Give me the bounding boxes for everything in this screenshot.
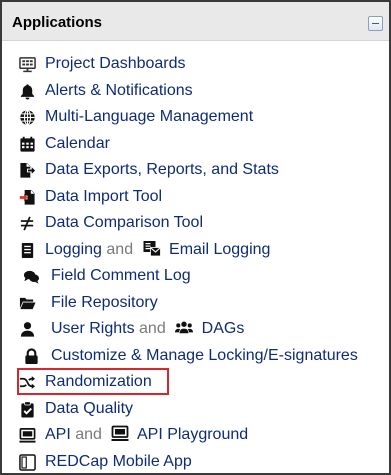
applications-panel: Applications Project Dashboards Alerts &… <box>0 0 391 475</box>
menu-item-logging[interactable]: Logging and Email Logging <box>2 237 389 264</box>
dags-link[interactable]: DAGs <box>202 320 245 337</box>
menu-item-label: Customize & Manage Locking/E-signatures <box>51 346 358 364</box>
minus-box-icon[interactable] <box>368 16 383 31</box>
menu-item-label: Randomization <box>45 373 152 390</box>
menu-item-calendar[interactable]: Calendar <box>2 131 389 158</box>
comments-icon <box>23 268 40 285</box>
menu-item-label: Multi-Language Management <box>45 108 254 125</box>
menu-item-project-dashboards[interactable]: Project Dashboards <box>2 51 389 78</box>
logging-icon <box>19 242 36 259</box>
clipboard-check-icon <box>19 400 36 418</box>
random-icon <box>19 374 36 391</box>
menu-item-label: Alerts & Notifications <box>45 81 193 99</box>
menu-item-redcap-mobile-app[interactable]: REDCap Mobile App <box>2 449 389 475</box>
menu-item-locking-esignatures[interactable]: Customize & Manage Locking/E-signatures <box>2 343 389 370</box>
api-icon <box>19 427 36 444</box>
applications-list: Project Dashboards Alerts & Notification… <box>2 51 389 475</box>
menu-item-file-repository[interactable]: File Repository <box>2 290 389 317</box>
menu-item-label: File Repository <box>51 293 158 311</box>
api-link[interactable]: API <box>45 426 71 443</box>
menu-item-label: Field Comment Log <box>51 267 191 284</box>
menu-item-label: Data Exports, Reports, and Stats <box>45 161 279 178</box>
menu-item-multi-language-management[interactable]: Multi-Language Management <box>2 104 389 131</box>
globe-icon <box>19 109 36 126</box>
menu-item-alerts-notifications[interactable]: Alerts & Notifications <box>2 78 389 105</box>
menu-item-api[interactable]: API and API Playground <box>2 422 389 449</box>
lock-icon <box>23 347 40 365</box>
menu-item-field-comment-log[interactable]: Field Comment Log <box>2 263 389 290</box>
menu-item-user-rights[interactable]: User Rights and DAGs <box>2 316 389 343</box>
menu-item-label: Calendar <box>45 134 110 152</box>
api-playground-icon <box>111 425 129 442</box>
email-logging-icon <box>143 240 161 257</box>
tablet-icon <box>19 453 36 471</box>
menu-item-randomization[interactable]: Randomization <box>2 368 389 396</box>
panel-title: Applications <box>12 14 103 31</box>
menu-item-label: Data Import Tool <box>45 187 163 205</box>
and-separator: and <box>106 240 134 258</box>
and-separator: and <box>75 426 102 443</box>
menu-item-data-exports[interactable]: Data Exports, Reports, and Stats <box>2 157 389 184</box>
applications-header: Applications <box>2 2 389 41</box>
menu-item-data-import-tool[interactable]: Data Import Tool <box>2 184 389 211</box>
calendar-icon <box>19 136 36 153</box>
and-separator: and <box>139 320 166 337</box>
menu-item-data-comparison-tool[interactable]: Data Comparison Tool <box>2 210 389 237</box>
bell-icon <box>19 83 36 100</box>
menu-item-label: Data Quality <box>45 399 134 417</box>
menu-item-label: Project Dashboards <box>45 55 186 72</box>
api-playground-link[interactable]: API Playground <box>137 426 248 443</box>
user-icon <box>19 321 36 338</box>
menu-item-label: Data Comparison Tool <box>45 214 204 231</box>
file-export-icon <box>19 162 36 179</box>
not-equal-icon <box>19 215 36 232</box>
file-import-icon <box>19 189 36 206</box>
folder-icon <box>19 295 36 312</box>
users-group-icon <box>175 319 194 336</box>
user-rights-link[interactable]: User Rights <box>51 320 135 337</box>
email-logging-link[interactable]: Email Logging <box>169 241 270 258</box>
logging-link[interactable]: Logging <box>45 241 102 258</box>
menu-item-label: REDCap Mobile App <box>45 452 192 470</box>
menu-item-data-quality[interactable]: Data Quality <box>2 396 389 423</box>
dashboard-icon <box>19 56 36 73</box>
